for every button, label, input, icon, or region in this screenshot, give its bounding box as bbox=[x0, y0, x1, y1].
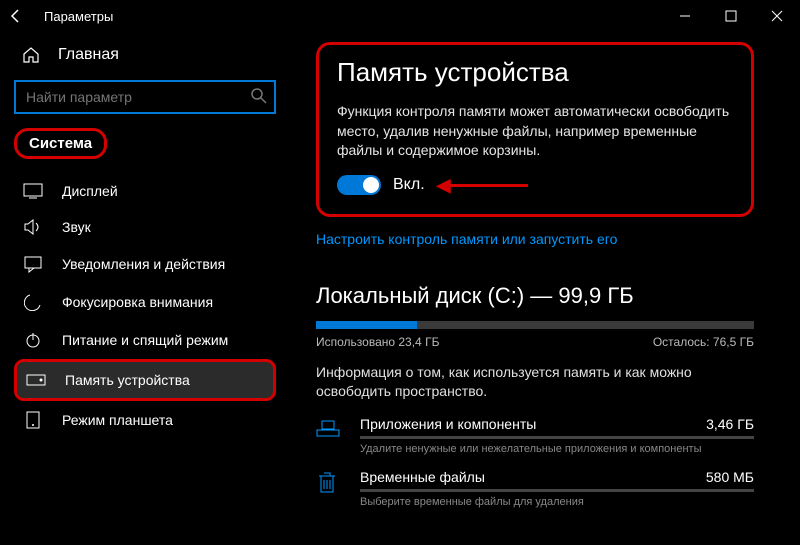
storage-sense-panel: Память устройства Функция контроля памят… bbox=[316, 42, 754, 217]
annotation-arrow: ◀ bbox=[437, 175, 529, 196]
toggle-label: Вкл. bbox=[393, 176, 425, 194]
sidebar-item-label: Дисплей bbox=[62, 183, 118, 199]
trash-icon bbox=[316, 469, 344, 495]
sidebar-item-label: Питание и спящий режим bbox=[62, 332, 228, 348]
search-box[interactable] bbox=[14, 80, 276, 114]
storage-category-apps[interactable]: Приложения и компоненты 3,46 ГБ Удалите н… bbox=[316, 416, 754, 455]
storage-sense-toggle[interactable] bbox=[337, 175, 381, 195]
home-label: Главная bbox=[58, 46, 119, 64]
power-icon bbox=[22, 331, 44, 349]
maximize-button[interactable] bbox=[708, 0, 754, 32]
tablet-icon bbox=[22, 411, 44, 429]
display-icon bbox=[22, 183, 44, 199]
disk-free-label: Осталось: 76,5 ГБ bbox=[653, 335, 754, 349]
search-icon bbox=[250, 87, 268, 105]
back-button[interactable] bbox=[8, 8, 40, 24]
configure-storage-sense-link[interactable]: Настроить контроль памяти или запустить … bbox=[316, 231, 617, 247]
sidebar-item-display[interactable]: Дисплей bbox=[14, 173, 276, 209]
local-disk-heading: Локальный диск (C:) — 99,9 ГБ bbox=[316, 283, 754, 309]
storage-category-temp[interactable]: Временные файлы 580 МБ Выберите временные… bbox=[316, 469, 754, 508]
sidebar-item-label: Память устройства bbox=[65, 372, 190, 388]
minimize-button[interactable] bbox=[662, 0, 708, 32]
storage-category-name: Временные файлы bbox=[360, 469, 485, 485]
apps-icon bbox=[316, 416, 344, 438]
content-area: Память устройства Функция контроля памят… bbox=[290, 32, 800, 545]
home-icon bbox=[22, 46, 42, 64]
sidebar-item-notifications[interactable]: Уведомления и действия bbox=[14, 245, 276, 283]
sound-icon bbox=[22, 219, 44, 235]
storage-sense-description: Функция контроля памяти может автоматиче… bbox=[337, 102, 733, 161]
sidebar-item-sound[interactable]: Звук bbox=[14, 209, 276, 245]
sidebar-item-label: Режим планшета bbox=[62, 412, 173, 428]
sidebar-item-label: Фокусировка внимания bbox=[62, 294, 213, 310]
storage-category-sub: Удалите ненужные или нежелательные прило… bbox=[360, 443, 754, 455]
close-button[interactable] bbox=[754, 0, 800, 32]
sidebar-item-storage[interactable]: Память устройства bbox=[14, 359, 276, 401]
storage-icon bbox=[25, 374, 47, 386]
storage-hint: Информация о том, как используется памят… bbox=[316, 363, 754, 402]
notifications-icon bbox=[22, 255, 44, 273]
storage-category-sub: Выберите временные файлы для удаления bbox=[360, 496, 754, 508]
search-input[interactable] bbox=[14, 80, 276, 114]
sidebar-item-label: Звук bbox=[62, 219, 91, 235]
home-link[interactable]: Главная bbox=[14, 40, 276, 70]
focus-icon bbox=[22, 293, 44, 311]
category-system[interactable]: Система bbox=[14, 128, 107, 159]
page-title: Память устройства bbox=[337, 57, 733, 88]
sidebar: Главная Система Дисплей Звук Уведомления… bbox=[0, 32, 290, 545]
disk-usage-bar bbox=[316, 321, 754, 329]
window-title: Параметры bbox=[44, 9, 113, 24]
sidebar-item-focus[interactable]: Фокусировка внимания bbox=[14, 283, 276, 321]
disk-used-label: Использовано 23,4 ГБ bbox=[316, 335, 439, 349]
storage-category-size: 3,46 ГБ bbox=[706, 416, 754, 432]
storage-category-name: Приложения и компоненты bbox=[360, 416, 536, 432]
sidebar-item-tablet[interactable]: Режим планшета bbox=[14, 401, 276, 439]
sidebar-item-power[interactable]: Питание и спящий режим bbox=[14, 321, 276, 359]
storage-category-size: 580 МБ bbox=[706, 469, 754, 485]
sidebar-item-label: Уведомления и действия bbox=[62, 256, 225, 272]
